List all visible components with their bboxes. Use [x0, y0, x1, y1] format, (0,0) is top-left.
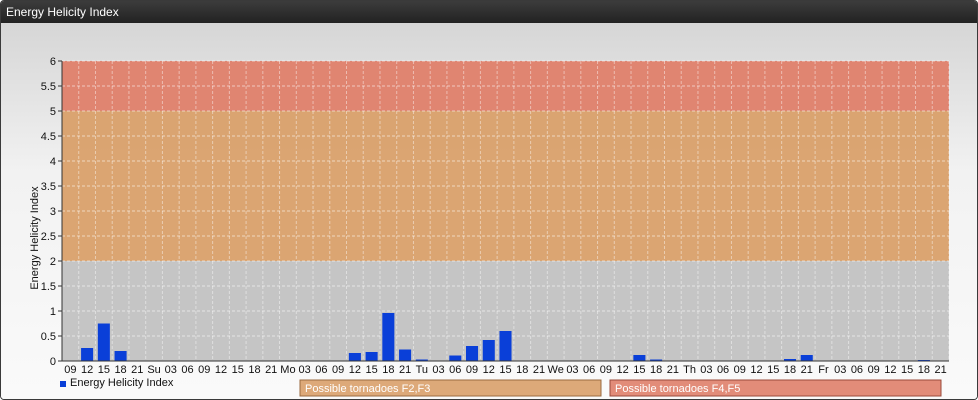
x-tick-label: 21 — [533, 364, 545, 376]
x-tick-label: 06 — [583, 364, 595, 376]
bar — [499, 331, 512, 361]
x-tick-label: 21 — [935, 364, 947, 376]
bar — [348, 353, 361, 361]
bar — [97, 323, 110, 361]
annotation-f4f5-label: Possible tornadoes F4,F5 — [615, 383, 740, 395]
bar — [800, 355, 813, 361]
x-tick-label: 18 — [650, 364, 662, 376]
x-tick-label: 09 — [198, 364, 210, 376]
x-tick-label: 09 — [466, 364, 478, 376]
x-tick-label: 09 — [332, 364, 344, 376]
bar — [466, 346, 479, 361]
x-tick-label: 03 — [834, 364, 846, 376]
x-tick-label: 09 — [600, 364, 612, 376]
x-tick-label: 06 — [315, 364, 327, 376]
bar — [114, 351, 127, 361]
bar — [365, 352, 378, 361]
annotation-f2f3-label: Possible tornadoes F2,F3 — [305, 383, 430, 395]
x-tick-label: 21 — [265, 364, 277, 376]
bar — [633, 355, 646, 361]
x-tick-label: 06 — [449, 364, 461, 376]
x-tick-label: 12 — [349, 364, 361, 376]
legend-swatch — [60, 381, 66, 387]
x-tick-label: 15 — [232, 364, 244, 376]
y-tick-label: 5.5 — [41, 81, 56, 93]
x-tick-label: 15 — [365, 364, 377, 376]
y-tick-label: 1 — [50, 306, 56, 318]
chart-area: Energy Helicity Index 0 0.5 1 1.5 2 2.5 3 3.5 4 4… — [1, 23, 977, 399]
bar — [482, 340, 495, 361]
x-tick-label: Th — [683, 364, 696, 376]
x-tick-label: Tu — [416, 364, 428, 376]
x-tick-label: 09 — [64, 364, 76, 376]
x-tick-label: 15 — [98, 364, 110, 376]
x-tick-label: 21 — [801, 364, 813, 376]
x-tick-label: 18 — [784, 364, 796, 376]
x-tick-label: 18 — [114, 364, 126, 376]
y-tick-label: 3.5 — [41, 181, 56, 193]
x-tick-labels: 09 12 15 18 21 Su 03 06 09 12 15 18 21 Mo 03 06 09 12 15 18… — [64, 364, 947, 376]
bar — [382, 313, 395, 361]
x-tick-label: 12 — [617, 364, 629, 376]
y-tick-label: 6 — [50, 56, 56, 68]
y-tick-label: 1.5 — [41, 281, 56, 293]
y-tick-label: 3 — [50, 206, 56, 218]
x-tick-label: 18 — [516, 364, 528, 376]
bar — [449, 355, 462, 361]
x-tick-label: 18 — [382, 364, 394, 376]
x-tick-label: 12 — [750, 364, 762, 376]
risk-zones — [62, 61, 949, 361]
x-tick-label: 15 — [767, 364, 779, 376]
x-tick-label: 06 — [851, 364, 863, 376]
x-tick-label: 15 — [499, 364, 511, 376]
x-tick-label: 18 — [248, 364, 260, 376]
bar — [81, 348, 94, 361]
x-tick-label: 18 — [918, 364, 930, 376]
x-tick-label: 12 — [81, 364, 93, 376]
x-tick-label: 21 — [399, 364, 411, 376]
legend: Energy Helicity Index — [60, 377, 174, 389]
tornado-annotations: Possible tornadoes F2,F3 Possible tornad… — [299, 379, 942, 397]
y-tick-label: 0 — [50, 356, 56, 368]
x-tick-label: 15 — [901, 364, 913, 376]
x-tick-label: 06 — [717, 364, 729, 376]
y-tick-label: 2.5 — [41, 231, 56, 243]
y-tick-label: 5 — [50, 106, 56, 118]
y-tick-label: 4 — [50, 156, 56, 168]
x-tick-label: 21 — [131, 364, 143, 376]
x-tick-label: Su — [147, 364, 160, 376]
x-tick-label: Fr — [818, 364, 829, 376]
risk-zone-band — [62, 111, 949, 261]
y-tick-labels: 0 0.5 1 1.5 2 2.5 3 3.5 4 4.5 5 5.5 6 — [41, 56, 62, 368]
x-tick-label: 03 — [299, 364, 311, 376]
y-tick-label: 0.5 — [41, 331, 56, 343]
bar — [399, 349, 412, 361]
x-tick-label: 09 — [868, 364, 880, 376]
y-tick-label: 2 — [50, 256, 56, 268]
x-tick-label: We — [548, 364, 564, 376]
ehi-chart: Energy Helicity Index 0 0.5 1 1.5 2 2.5 3 3.5 4 4… — [29, 56, 950, 397]
x-tick-label: 06 — [181, 364, 193, 376]
legend-label: Energy Helicity Index — [70, 377, 174, 389]
x-tick-label: 12 — [215, 364, 227, 376]
x-tick-label: 03 — [165, 364, 177, 376]
x-tick-label: 12 — [884, 364, 896, 376]
x-tick-label: 15 — [633, 364, 645, 376]
x-tick-label: 03 — [432, 364, 444, 376]
x-tick-label: Mo — [280, 364, 295, 376]
x-tick-label: 03 — [566, 364, 578, 376]
x-tick-label: 03 — [700, 364, 712, 376]
x-tick-label: 09 — [734, 364, 746, 376]
y-tick-label: 4.5 — [41, 131, 56, 143]
chart-window: Energy Helicity Index Energy Helicity In… — [0, 0, 978, 400]
y-axis-label: Energy Helicity Index — [29, 186, 41, 290]
x-tick-label: 12 — [483, 364, 495, 376]
x-tick-label: 21 — [667, 364, 679, 376]
risk-zone-band — [62, 61, 949, 111]
window-title: Energy Helicity Index — [1, 1, 977, 23]
